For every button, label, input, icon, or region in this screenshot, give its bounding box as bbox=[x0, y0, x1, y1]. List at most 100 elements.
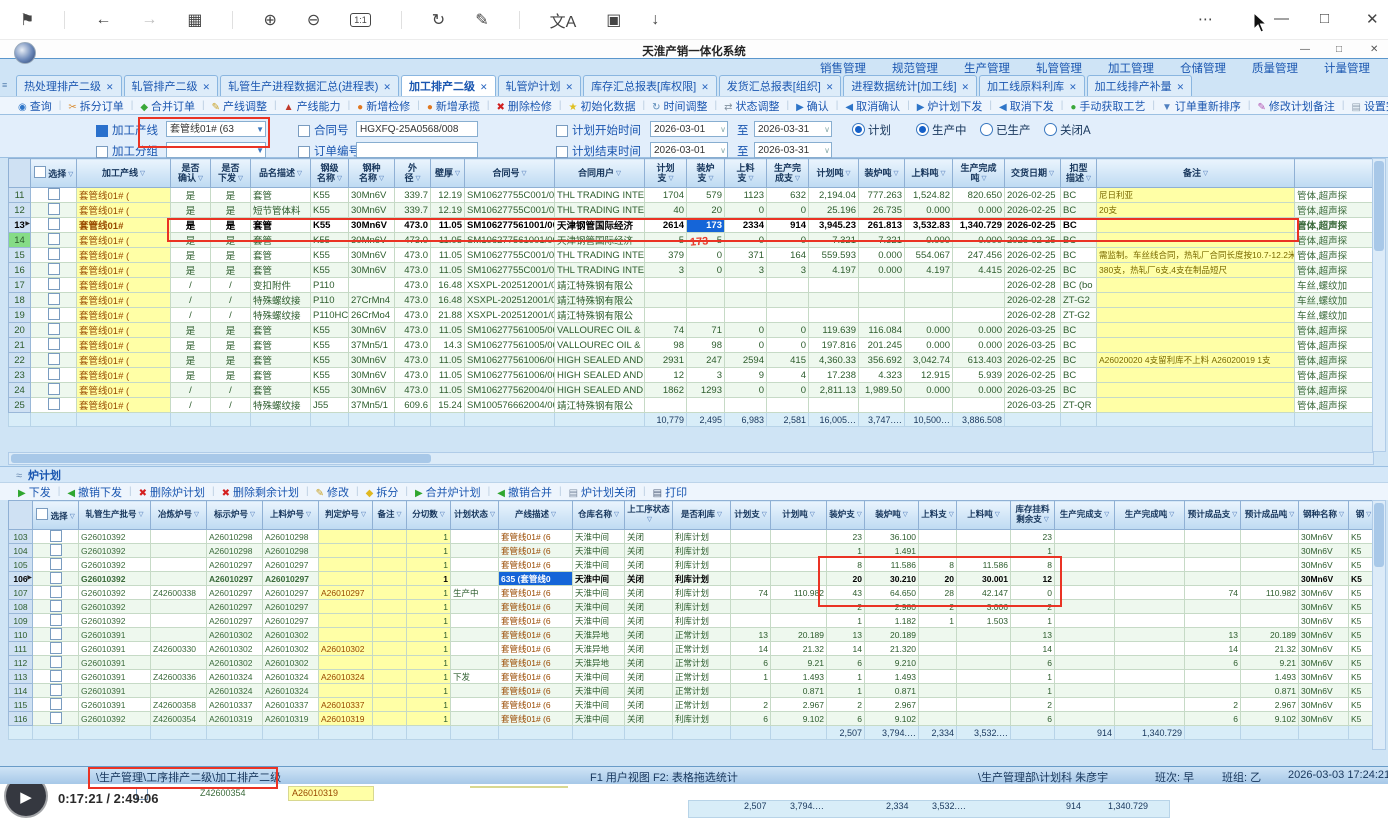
filter-icon[interactable]: ▽ bbox=[306, 511, 311, 518]
cell-wh[interactable]: 天淮中间 bbox=[573, 558, 625, 572]
cell-u_pcs[interactable]: 9 bbox=[725, 368, 767, 383]
filter-icon[interactable]: ▽ bbox=[982, 175, 987, 182]
cell-u_pcs[interactable]: 0 bbox=[725, 338, 767, 353]
cell-d_t[interactable] bbox=[953, 308, 1005, 323]
cell-judge[interactable]: A26010324 bbox=[319, 670, 373, 684]
cell-u_pcs[interactable]: 28 bbox=[919, 586, 957, 600]
cell-d_t[interactable] bbox=[1115, 684, 1185, 698]
cell-batch[interactable]: G26010392 bbox=[79, 586, 151, 600]
cell-up[interactable]: 关闭 bbox=[625, 642, 673, 656]
cell-f_t[interactable]: 64.650 bbox=[865, 586, 919, 600]
cell-od[interactable]: 473.0 bbox=[395, 293, 431, 308]
cell-d_t[interactable]: 247.456 bbox=[953, 248, 1005, 263]
filter-icon[interactable]: ▽ bbox=[846, 170, 851, 177]
cell-extra[interactable]: 管体,超声探 bbox=[1295, 188, 1375, 203]
cell-issued[interactable]: / bbox=[211, 278, 251, 293]
contract-filter-checkbox[interactable] bbox=[298, 123, 310, 141]
cell-contract[interactable]: SM10627755C001/001 bbox=[465, 263, 555, 278]
cell-p_t[interactable]: 3,945.23 bbox=[809, 218, 859, 233]
cell-u_t[interactable] bbox=[957, 642, 1011, 656]
cell-line[interactable]: 套管线01# ( bbox=[77, 338, 171, 353]
filter-icon[interactable]: ▽ bbox=[717, 511, 722, 518]
cell-e_pcs[interactable]: 13 bbox=[1185, 628, 1241, 642]
cell-grade[interactable]: K5 bbox=[1349, 544, 1375, 558]
table-row-115[interactable]: 115G26010391Z42600358A26010337A26010337A… bbox=[9, 698, 1375, 712]
table-row-103[interactable]: 103G26010392A26010298A260102981套管线01# (6… bbox=[9, 530, 1375, 544]
filter-icon[interactable]: ▽ bbox=[198, 175, 203, 182]
cell-grade[interactable]: K55 bbox=[311, 233, 349, 248]
cell-ded[interactable]: BC bbox=[1061, 188, 1097, 203]
filter-icon[interactable]: ▽ bbox=[669, 175, 674, 182]
cell-p_t[interactable]: 119.639 bbox=[809, 323, 859, 338]
cell-wh[interactable]: 天淮异地 bbox=[573, 628, 625, 642]
cell-f_pcs[interactable]: 13 bbox=[827, 628, 865, 642]
cell-batch[interactable]: G26010392 bbox=[79, 544, 151, 558]
cell-feed[interactable]: A26010324 bbox=[263, 670, 319, 684]
cell-e_pcs[interactable] bbox=[1185, 614, 1241, 628]
column-header-是否利库[interactable]: 是否利库▽ bbox=[673, 501, 731, 530]
table-row-113[interactable]: 113G26010391Z42600336A26010324A26010324A… bbox=[9, 670, 1375, 684]
cell-f_pcs[interactable]: 20 bbox=[827, 572, 865, 586]
column-header-钢级名称[interactable]: 钢级名称▽ bbox=[311, 159, 349, 188]
cell-steel[interactable]: 30Mn6V bbox=[349, 368, 395, 383]
cell-steel[interactable]: 30Mn6V bbox=[349, 323, 395, 338]
cell-contract[interactable]: SM106277561005/001 bbox=[465, 323, 555, 338]
修改-button[interactable]: ✎修改 bbox=[316, 484, 349, 500]
pin-icon[interactable]: ⚑ bbox=[20, 10, 34, 30]
cell-p_pcs[interactable]: 6 bbox=[731, 712, 771, 726]
column-header-计划吨[interactable]: 计划吨▽ bbox=[771, 501, 827, 530]
cell-u_pcs[interactable] bbox=[725, 398, 767, 413]
select-all-checkbox[interactable]: 选择▽ bbox=[33, 501, 79, 530]
cell-up[interactable]: 关闭 bbox=[625, 586, 673, 600]
拆分-button[interactable]: ◆拆分 bbox=[366, 484, 399, 500]
cell-line[interactable]: 套管线01# (6 bbox=[499, 684, 573, 698]
cell-u_t[interactable] bbox=[905, 278, 953, 293]
cell-e_t[interactable]: 9.21 bbox=[1241, 656, 1299, 670]
player-maximize-icon[interactable]: □ bbox=[1320, 10, 1329, 27]
cell-line[interactable]: 635 (套管线0 bbox=[499, 572, 573, 586]
actual-size-icon[interactable]: 1:1 bbox=[350, 13, 371, 27]
filter-icon[interactable]: ▽ bbox=[1203, 170, 1208, 177]
cell-steel[interactable]: 30Mn6V bbox=[1299, 698, 1349, 712]
cell-u_t[interactable]: 0.000 bbox=[905, 338, 953, 353]
cell-d_pcs[interactable] bbox=[1055, 614, 1115, 628]
cell-date[interactable]: 2026-02-25 bbox=[1005, 353, 1061, 368]
cell-lib[interactable]: 利库计划 bbox=[673, 712, 731, 726]
filter-icon[interactable]: ▽ bbox=[795, 175, 800, 182]
cell-judge[interactable] bbox=[319, 530, 373, 544]
filter-icon[interactable]: ▽ bbox=[894, 170, 899, 177]
cell-p_t[interactable]: 7.321 bbox=[809, 233, 859, 248]
炉计划关闭-button[interactable]: ▤炉计划关闭 bbox=[569, 484, 636, 500]
cell-issued[interactable]: 是 bbox=[211, 218, 251, 233]
menu-item-规范管理[interactable]: 规范管理 bbox=[892, 60, 938, 76]
cell-u_t[interactable] bbox=[905, 293, 953, 308]
cell-ded[interactable]: BC bbox=[1061, 248, 1097, 263]
row-checkbox[interactable] bbox=[33, 614, 79, 628]
cell-grade[interactable]: K5 bbox=[1349, 572, 1375, 586]
cell-contract[interactable]: SM10627755C001/003 bbox=[465, 188, 555, 203]
合并订单-button[interactable]: ◆合并订单 bbox=[140, 98, 195, 114]
cell-up[interactable]: 关闭 bbox=[625, 712, 673, 726]
cell-steel[interactable]: 30Mn6V bbox=[1299, 684, 1349, 698]
cell-od[interactable]: 473.0 bbox=[395, 323, 431, 338]
tab-发货汇总报表[组织][interactable]: 发货汇总报表[组织]✕ bbox=[719, 75, 842, 96]
status-radio-生产中[interactable]: 生产中 bbox=[916, 122, 967, 138]
cell-remark[interactable] bbox=[1097, 323, 1295, 338]
cell-p_t[interactable] bbox=[771, 572, 827, 586]
cell-batch[interactable]: G26010391 bbox=[79, 698, 151, 712]
cell-note[interactable] bbox=[373, 712, 407, 726]
tab-close-icon[interactable]: ✕ bbox=[962, 82, 970, 92]
cell-smelt[interactable] bbox=[151, 628, 207, 642]
app-minimize-icon[interactable]: — bbox=[1300, 44, 1310, 55]
table-row-17[interactable]: 17套管线01# (//变扣附件P110473.016.48XSXPL-2025… bbox=[9, 278, 1375, 293]
column-header-上料吨[interactable]: 上料吨▽ bbox=[905, 159, 953, 188]
cell-e_t[interactable]: 20.189 bbox=[1241, 628, 1299, 642]
menu-item-加工管理[interactable]: 加工管理 bbox=[1108, 60, 1154, 76]
column-header-生产完成支[interactable]: 生产完成支▽ bbox=[1055, 501, 1115, 530]
cell-f_pcs[interactable]: 173 bbox=[687, 218, 725, 233]
cell-d_t[interactable]: 5.939 bbox=[953, 368, 1005, 383]
cell-p_pcs[interactable]: 14 bbox=[731, 642, 771, 656]
cell-u_pcs[interactable]: 8 bbox=[919, 558, 957, 572]
column-header-装炉支[interactable]: 装炉支▽ bbox=[687, 159, 725, 188]
cell-d_pcs[interactable]: 632 bbox=[767, 188, 809, 203]
